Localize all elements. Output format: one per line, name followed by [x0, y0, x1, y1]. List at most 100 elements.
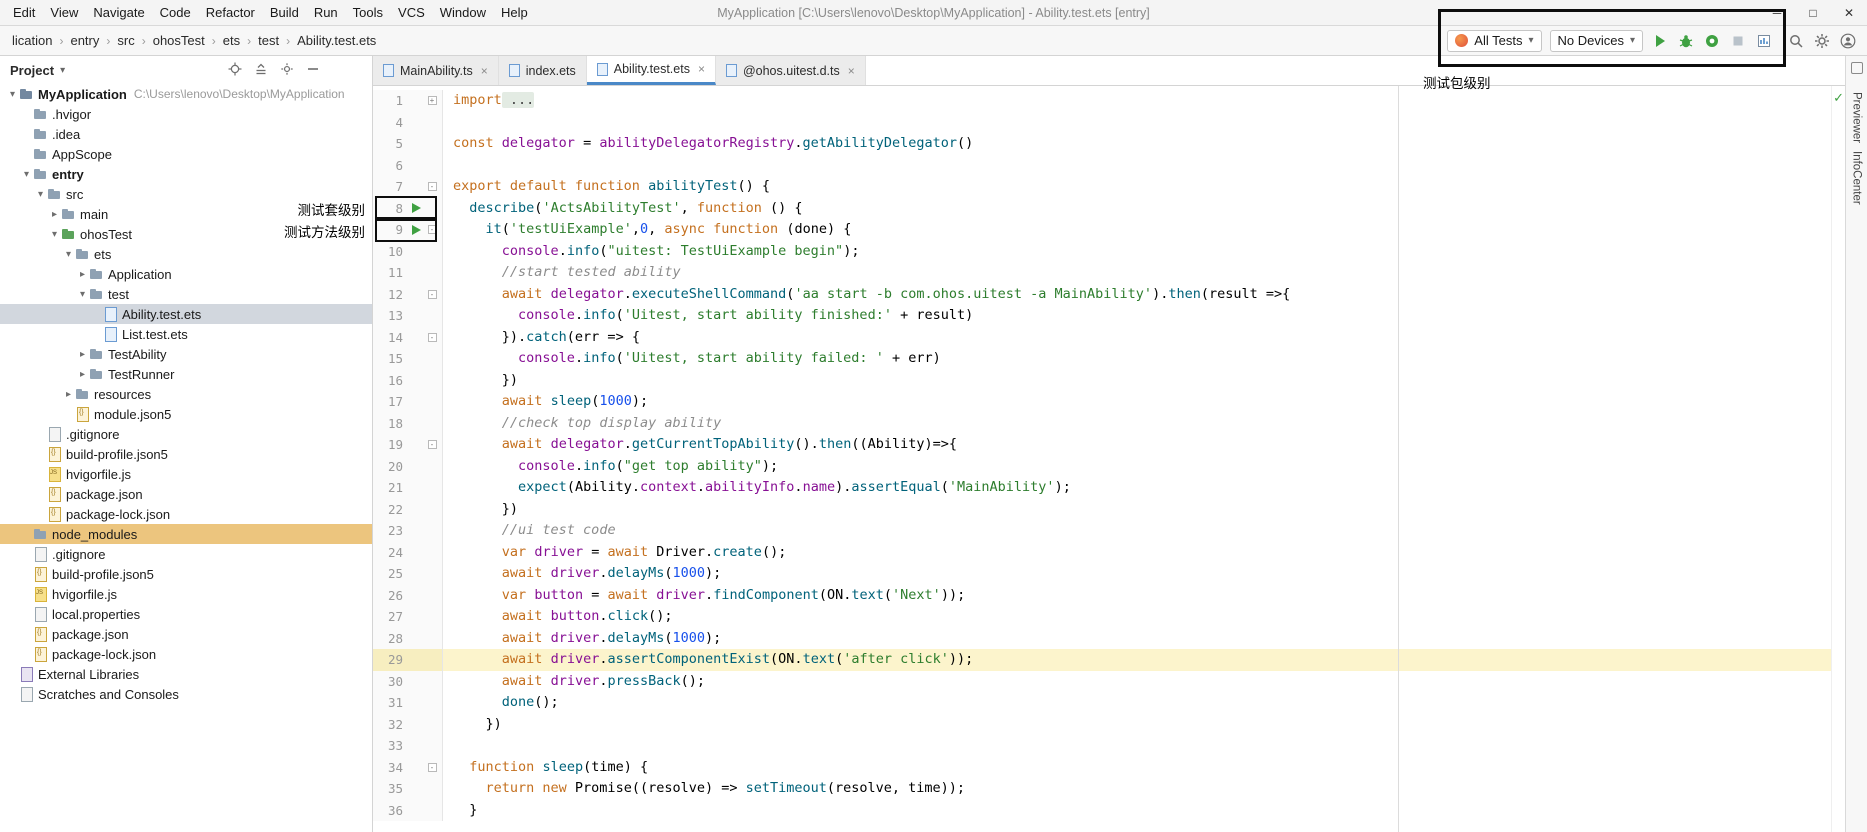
code-line-22[interactable]: 22 }) [373, 499, 1845, 521]
code-line-30[interactable]: 30 await driver.pressBack(); [373, 671, 1845, 693]
fold-toggle-icon[interactable]: + [426, 96, 438, 105]
code-line-6[interactable]: 6 [373, 155, 1845, 177]
code-line-14[interactable]: 14- }).catch(err => { [373, 327, 1845, 349]
tree-item-scratches-and-consoles[interactable]: Scratches and Consoles [0, 684, 372, 704]
code-line-34[interactable]: 34- function sleep(time) { [373, 757, 1845, 779]
code-line-21[interactable]: 21 expect(Ability.context.abilityInfo.na… [373, 477, 1845, 499]
project-panel-title[interactable]: Project [10, 63, 54, 78]
breadcrumb-item-ets[interactable]: ets [221, 32, 242, 49]
tree-item-module.json5[interactable]: module.json5 [0, 404, 372, 424]
tree-item-node_modules[interactable]: node_modules [0, 524, 372, 544]
code-line-36[interactable]: 36 } [373, 800, 1845, 822]
tree-collapse-arrow-icon[interactable]: ▾ [20, 169, 33, 180]
tree-item-main[interactable]: ▸main [0, 204, 372, 224]
run-button[interactable] [1651, 32, 1669, 50]
tree-expand-arrow-icon[interactable]: ▸ [76, 269, 89, 280]
code-line-28[interactable]: 28 await driver.delayMs(1000); [373, 628, 1845, 650]
code-line-19[interactable]: 19- await delegator.getCurrentTopAbility… [373, 434, 1845, 456]
code-line-23[interactable]: 23 //ui test code [373, 520, 1845, 542]
account-avatar-icon[interactable] [1839, 32, 1857, 50]
code-line-33[interactable]: 33 [373, 735, 1845, 757]
menu-vcs[interactable]: VCS [391, 2, 432, 23]
close-icon[interactable]: × [481, 64, 488, 78]
tool-stripe-icon[interactable] [1851, 62, 1863, 74]
tool-window-button-previewer[interactable]: Previewer [1851, 88, 1863, 147]
device-select[interactable]: No Devices ▾ [1550, 30, 1644, 52]
code-line-35[interactable]: 35 return new Promise((resolve) => setTi… [373, 778, 1845, 800]
close-button[interactable]: ✕ [1831, 0, 1867, 25]
code-line-9[interactable]: 9- it('testUiExample',0, async function … [373, 219, 1845, 241]
tab-index.ets[interactable]: index.ets [499, 56, 587, 85]
tree-item-package.json[interactable]: package.json [0, 484, 372, 504]
menu-navigate[interactable]: Navigate [86, 2, 151, 23]
code-line-5[interactable]: 5const delegator = abilityDelegatorRegis… [373, 133, 1845, 155]
tree-item-.gitignore[interactable]: .gitignore [0, 544, 372, 564]
code-line-24[interactable]: 24 var driver = await Driver.create(); [373, 542, 1845, 564]
code-line-1[interactable]: 1+import ... [373, 90, 1845, 112]
fold-toggle-icon[interactable]: - [426, 290, 438, 299]
menu-run[interactable]: Run [307, 2, 345, 23]
code-line-15[interactable]: 15 console.info('Uitest, start ability f… [373, 348, 1845, 370]
tree-item-ets[interactable]: ▾ets [0, 244, 372, 264]
breadcrumb-item-ability.test.ets[interactable]: Ability.test.ets [295, 32, 378, 49]
tool-window-button-infocenter[interactable]: InfoCenter [1851, 147, 1863, 209]
tree-item-myapplication[interactable]: ▾MyApplicationC:\Users\lenovo\Desktop\My… [0, 84, 372, 104]
close-icon[interactable]: × [848, 64, 855, 78]
maximize-button[interactable]: □ [1795, 0, 1831, 25]
hide-panel-icon[interactable] [306, 62, 320, 79]
tree-item-.gitignore[interactable]: .gitignore [0, 424, 372, 444]
code-line-10[interactable]: 10 console.info("uitest: TestUiExample b… [373, 241, 1845, 263]
tree-item-appscope[interactable]: AppScope [0, 144, 372, 164]
tree-item-application[interactable]: ▸Application [0, 264, 372, 284]
panel-settings-gear-icon[interactable] [280, 62, 294, 79]
tree-collapse-arrow-icon[interactable]: ▾ [62, 249, 75, 260]
code-line-26[interactable]: 26 var button = await driver.findCompone… [373, 585, 1845, 607]
breadcrumb-item-src[interactable]: src [115, 32, 136, 49]
inspection-scrollbar-stripe[interactable]: ✓ [1831, 86, 1845, 832]
debug-button[interactable] [1677, 32, 1695, 50]
fold-toggle-icon[interactable]: - [426, 225, 438, 234]
tree-item-testrunner[interactable]: ▸TestRunner [0, 364, 372, 384]
locate-file-icon[interactable] [228, 62, 242, 79]
code-line-29[interactable]: 29 await driver.assertComponentExist(ON.… [373, 649, 1845, 671]
code-line-16[interactable]: 16 }) [373, 370, 1845, 392]
fold-toggle-icon[interactable]: - [426, 333, 438, 342]
tree-collapse-arrow-icon[interactable]: ▾ [6, 89, 19, 100]
tree-item-.idea[interactable]: .idea [0, 124, 372, 144]
menu-build[interactable]: Build [263, 2, 306, 23]
code-line-11[interactable]: 11 //start tested ability [373, 262, 1845, 284]
code-line-20[interactable]: 20 console.info("get top ability"); [373, 456, 1845, 478]
profiler-button[interactable] [1755, 32, 1773, 50]
collapse-all-icon[interactable] [254, 62, 268, 79]
menu-help[interactable]: Help [494, 2, 535, 23]
code-line-8[interactable]: 8 describe('ActsAbilityTest', function (… [373, 198, 1845, 220]
code-area[interactable]: 1+import ...45const delegator = abilityD… [373, 86, 1845, 832]
tree-expand-arrow-icon[interactable]: ▸ [48, 209, 61, 220]
tree-collapse-arrow-icon[interactable]: ▾ [34, 189, 47, 200]
tree-item-build-profile.json5[interactable]: build-profile.json5 [0, 444, 372, 464]
code-line-7[interactable]: 7-export default function abilityTest() … [373, 176, 1845, 198]
tree-item-.hvigor[interactable]: .hvigor [0, 104, 372, 124]
tree-collapse-arrow-icon[interactable]: ▾ [76, 289, 89, 300]
code-line-25[interactable]: 25 await driver.delayMs(1000); [373, 563, 1845, 585]
tab-mainability.ts[interactable]: MainAbility.ts× [373, 56, 499, 85]
search-everywhere-button[interactable] [1787, 32, 1805, 50]
tree-item-package-lock.json[interactable]: package-lock.json [0, 644, 372, 664]
settings-gear-icon[interactable] [1813, 32, 1831, 50]
tree-item-build-profile.json5[interactable]: build-profile.json5 [0, 564, 372, 584]
menu-edit[interactable]: Edit [6, 2, 42, 23]
tree-item-test[interactable]: ▾test [0, 284, 372, 304]
run-configuration-select[interactable]: All Tests ▾ [1447, 30, 1541, 52]
code-line-32[interactable]: 32 }) [373, 714, 1845, 736]
tree-item-external-libraries[interactable]: External Libraries [0, 664, 372, 684]
tab-ability.test.ets[interactable]: Ability.test.ets× [587, 56, 716, 85]
tree-item-hvigorfile.js[interactable]: hvigorfile.js [0, 584, 372, 604]
menu-view[interactable]: View [43, 2, 85, 23]
stop-button[interactable] [1729, 32, 1747, 50]
breadcrumb-item-entry[interactable]: entry [68, 32, 101, 49]
tree-item-package.json[interactable]: package.json [0, 624, 372, 644]
tree-expand-arrow-icon[interactable]: ▸ [76, 349, 89, 360]
code-line-18[interactable]: 18 //check top display ability [373, 413, 1845, 435]
fold-toggle-icon[interactable]: - [426, 182, 438, 191]
run-test-gutter-icon[interactable] [407, 203, 426, 213]
